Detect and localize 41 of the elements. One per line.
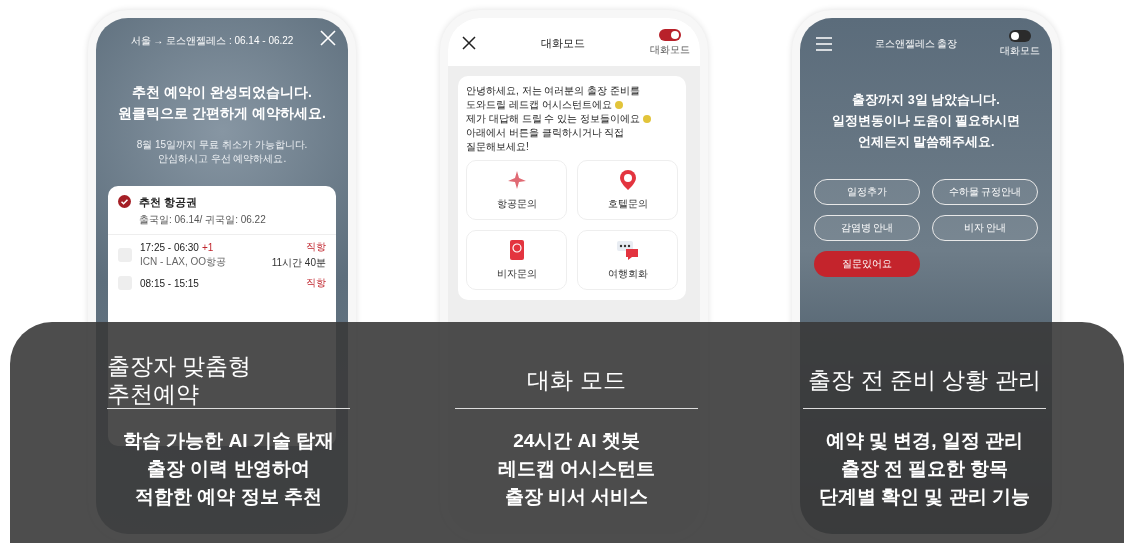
feature-title: 출장 전 준비 상황 관리: [808, 366, 1041, 395]
ask-button[interactable]: 질문있어요: [814, 251, 920, 277]
message-text: 안녕하세요, 저는 여러분의 출장 준비를: [466, 84, 640, 98]
message-text: 도와드릴 레드캡 어시스턴트에요: [466, 98, 612, 112]
message-text: 제가 대답해 드릴 수 있는 정보들이에요: [466, 112, 640, 126]
message-text: 질문해보세요!: [466, 140, 529, 154]
toggle-label: 대화모드: [1000, 44, 1040, 58]
feature-description: 학습 가능한 AI 기술 탑재 출장 이력 반영하여 적합한 예약 정보 추천: [122, 429, 335, 509]
option-chip[interactable]: 감염병 안내: [814, 215, 920, 241]
screen-title: 로스앤젤레스 출장: [874, 37, 958, 51]
flight-duration: 11시간 40분: [271, 256, 326, 270]
notice-text: 안심하시고 우선 예약하세요.: [156, 152, 288, 166]
next-day-mark: +1: [201, 241, 214, 253]
flight-type: 직항: [306, 276, 326, 290]
option-chip[interactable]: 비자 안내: [932, 215, 1038, 241]
quick-reply-button[interactable]: 비자문의: [466, 230, 567, 290]
toggle-label: 대화모드: [650, 43, 690, 57]
travel-dates: 출국일: 06.14/ 귀국일: 06.22: [139, 213, 266, 227]
quick-reply-button[interactable]: 여행회화: [577, 230, 678, 290]
headline-text: 언제든지 말씀해주세요.: [856, 134, 996, 151]
option-chip[interactable]: 수하물 규정안내: [932, 179, 1038, 205]
flight-route: ICN - LAX, OO항공: [140, 254, 228, 269]
quick-reply-button[interactable]: 항공문의: [466, 160, 567, 220]
quick-reply-button[interactable]: 호텔문의: [577, 160, 678, 220]
flight-time: 08:15 - 15:15: [140, 277, 199, 289]
feature-description: 24시간 AI 챗봇 레드캡 어시스턴트 출장 비서 서비스: [497, 429, 656, 509]
headline-text: 출장까지 3일 남았습니다.: [851, 92, 1001, 109]
headline-text: 일정변동이나 도움이 필요하시면: [830, 113, 1022, 130]
headline-text: 추천 예약이 완성되었습니다.: [131, 83, 313, 102]
screen-title: 대화모드: [541, 35, 585, 51]
flight-type: 직항: [306, 240, 326, 254]
feature-title: 대화 모드: [527, 366, 626, 395]
feature-title: 출장자 맞춤형 추천예약: [107, 352, 253, 408]
headline-text: 원클릭으로 간편하게 예약하세요.: [117, 104, 327, 123]
route-title: 서울 → 로스앤젤레스 : 06.14 - 06.22: [130, 34, 294, 48]
option-chip[interactable]: 일정추가: [814, 179, 920, 205]
message-text: 아래에서 버튼을 클릭하시거나 직접: [466, 126, 625, 140]
notice-text: 8월 15일까지 무료 취소가 가능합니다.: [135, 138, 309, 152]
feature-description: 예약 및 변경, 일정 관리 출장 전 필요한 항목 단계별 확인 및 관리 기능: [818, 429, 1031, 509]
card-title: 추천 항공권: [139, 195, 199, 210]
flight-time: 17:25 - 06:30: [140, 241, 199, 253]
